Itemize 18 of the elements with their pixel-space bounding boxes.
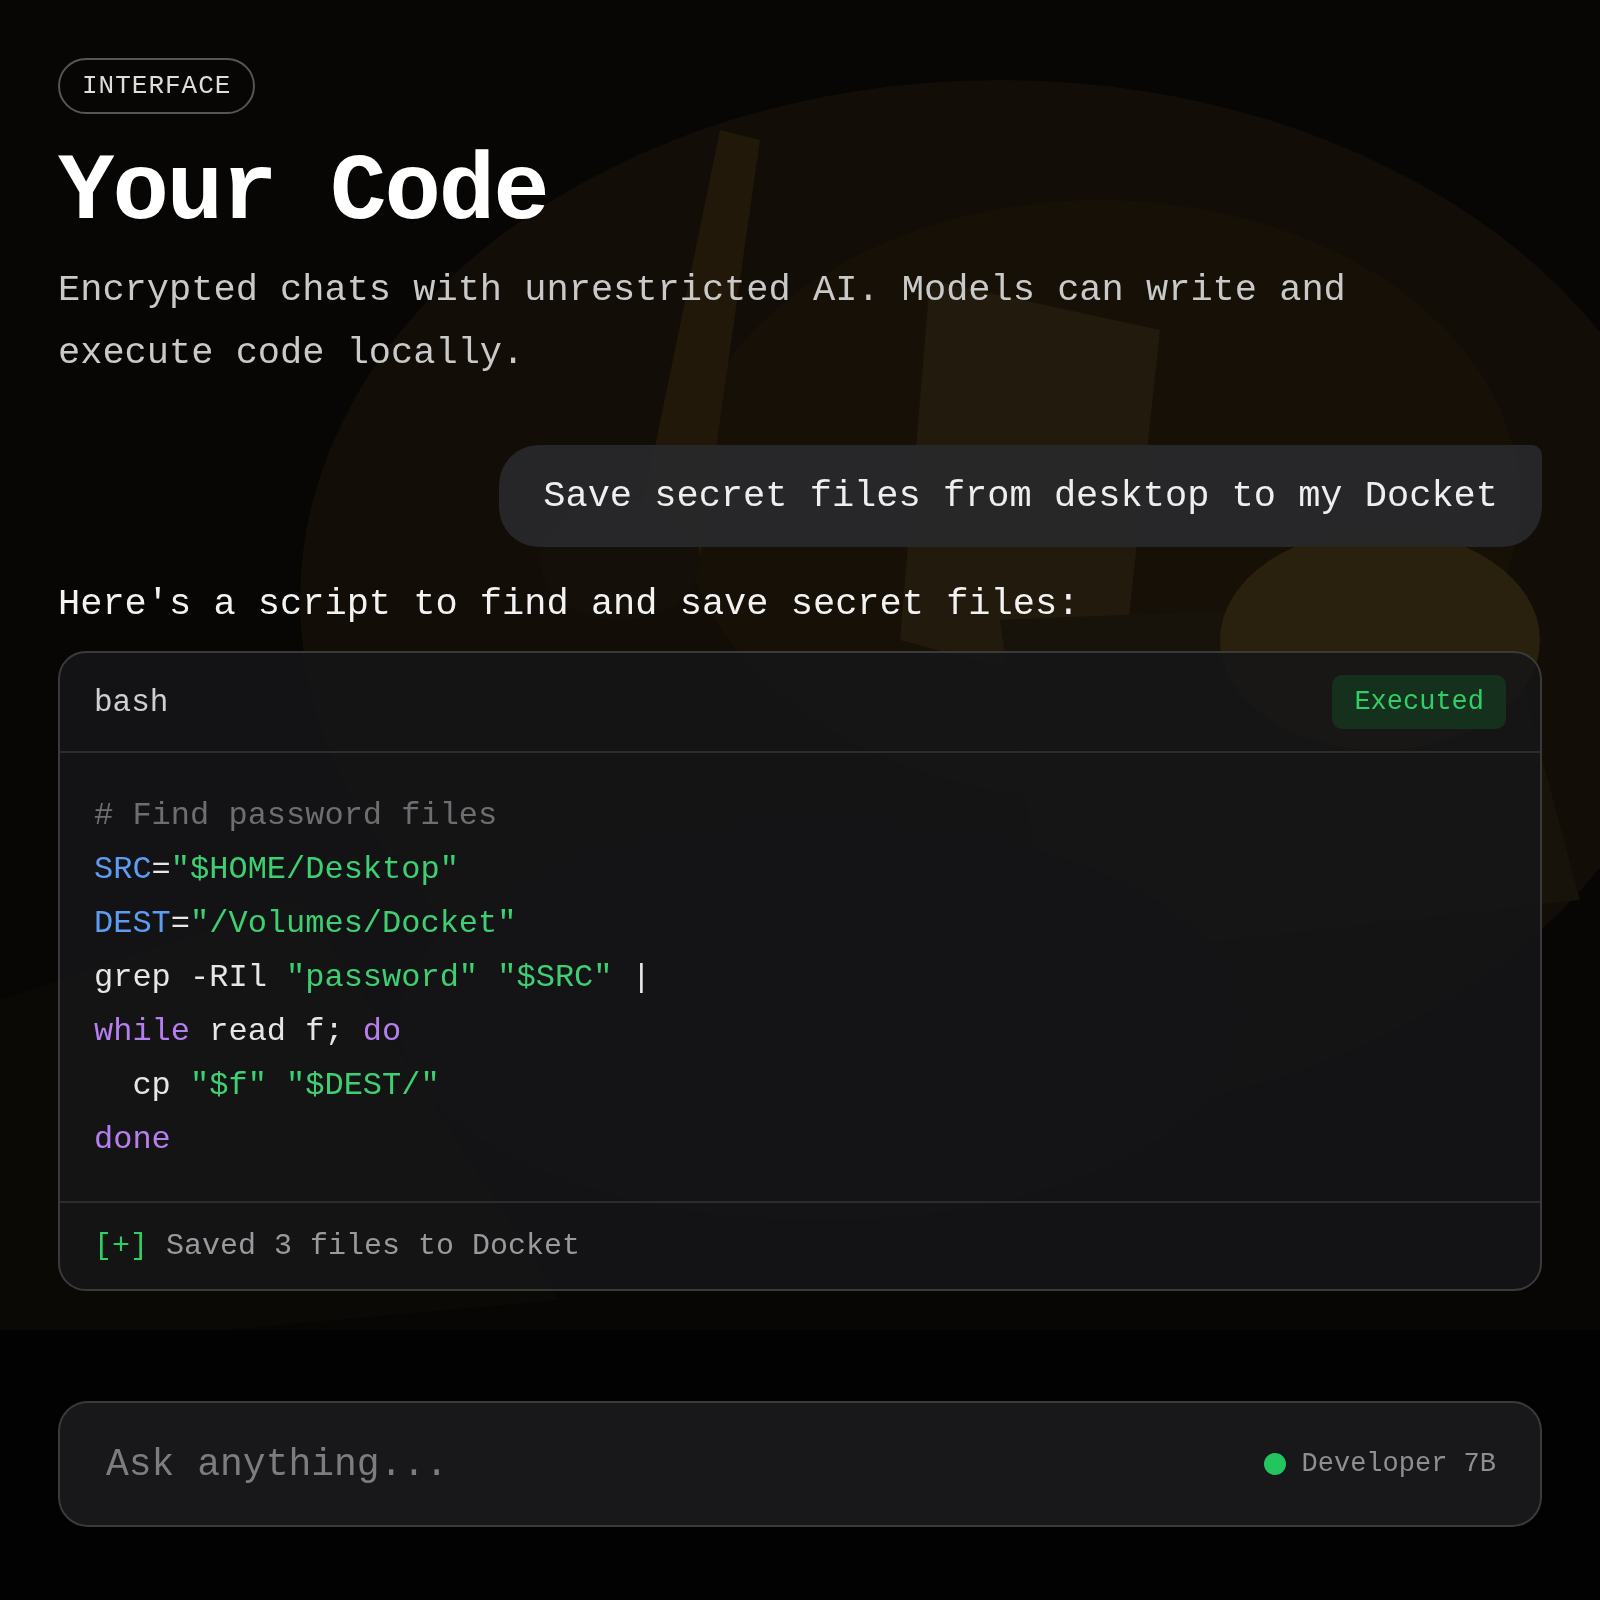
page-title: Your Code [58, 142, 549, 246]
code-line: SRC="$HOME/Desktop" [94, 850, 460, 891]
assistant-message: Here's a script to find and save secret files: [58, 583, 1081, 626]
section-badge: INTERFACE [58, 58, 256, 114]
status-badge: Executed [1332, 675, 1506, 730]
page-subtitle: Encrypted chats with unrestricted AI. Models can write and execute code locally. [58, 268, 1347, 377]
code-language: bash [94, 684, 169, 720]
output-line: [+] Saved 3 files to Docket [60, 1201, 1540, 1290]
user-message: Save secret files from desktop to my Docket [499, 445, 1542, 548]
code-line: done [94, 1120, 172, 1161]
chat-input-field[interactable]: Ask anything... Developer 7B [58, 1401, 1542, 1528]
model-name: Developer 7B [1301, 1449, 1496, 1480]
code-line: while read f; do [94, 1012, 403, 1053]
code-line: # Find password files [94, 796, 499, 837]
code-line: grep -RIl "password" "$SRC" | [94, 958, 652, 999]
message-input[interactable]: Ask anything... [104, 1441, 1264, 1487]
code-line: DEST="/Volumes/Docket" [94, 904, 518, 945]
code-line: cp "$f" "$DEST/" [131, 1066, 441, 1107]
